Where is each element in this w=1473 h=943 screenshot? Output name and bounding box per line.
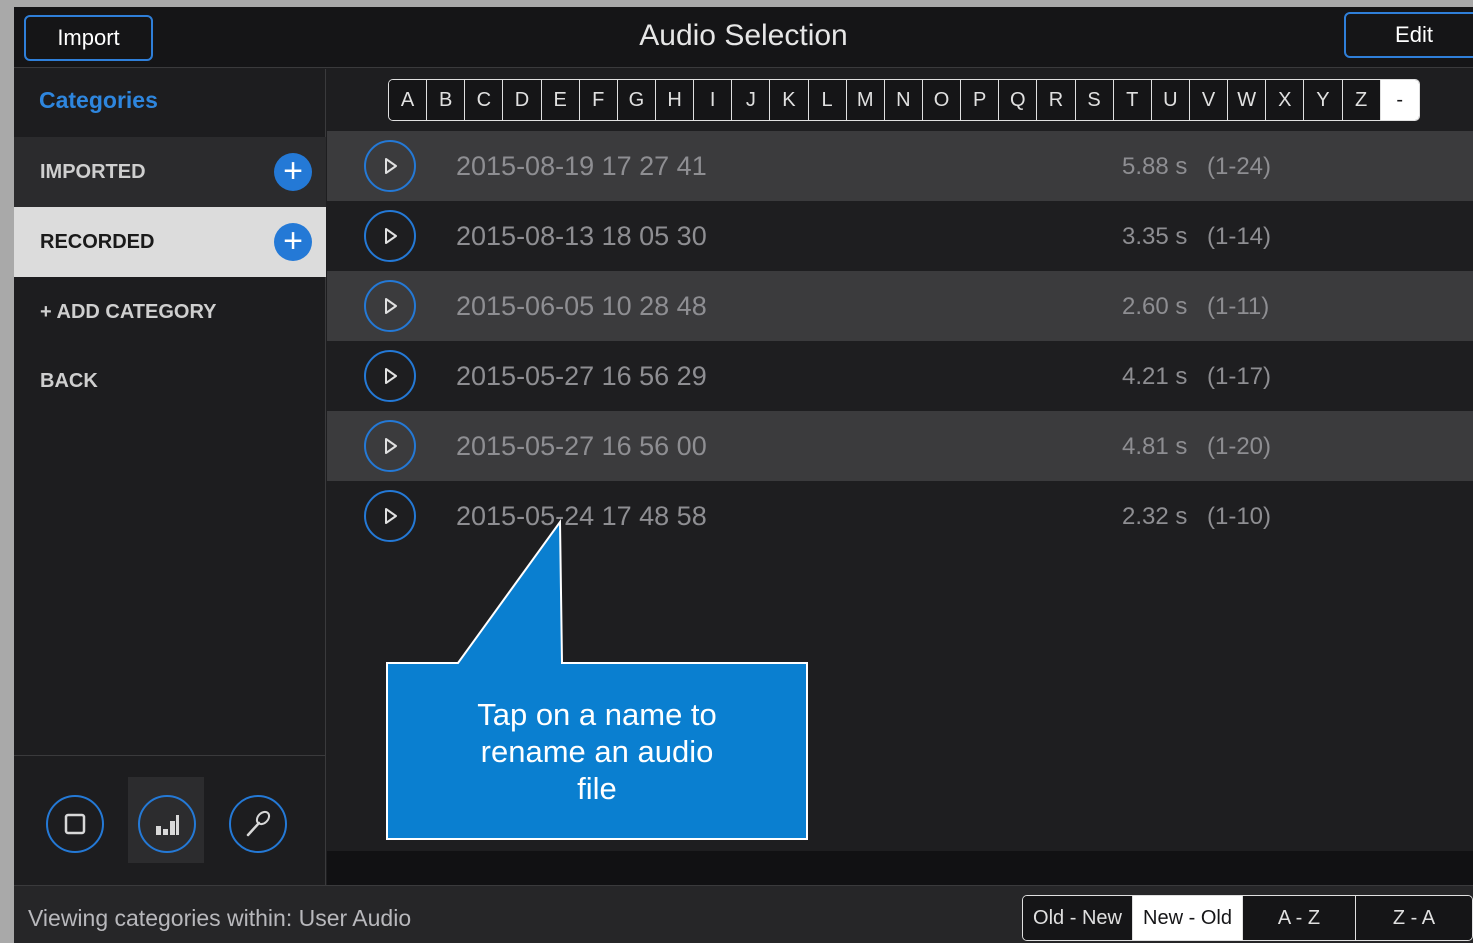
list-item[interactable]: 2015-08-13 18 05 30 3.35 s (1-14) xyxy=(327,201,1473,271)
alphabet-key[interactable]: A xyxy=(389,80,428,120)
play-icon xyxy=(385,298,397,314)
file-duration: 4.21 s xyxy=(1122,363,1188,390)
file-name[interactable]: 2015-08-13 18 05 30 xyxy=(456,221,707,252)
list-item[interactable]: 2015-05-24 17 48 58 2.32 s (1-10) xyxy=(327,481,1473,551)
alphabet-key[interactable]: K xyxy=(770,80,809,120)
file-name[interactable]: 2015-08-19 17 27 41 xyxy=(456,151,707,182)
add-recorded-button[interactable]: + xyxy=(274,223,312,261)
add-imported-button[interactable]: + xyxy=(274,153,312,191)
file-range: (1-24) xyxy=(1207,153,1272,180)
sort-control: Old - New New - Old A - Z Z - A xyxy=(1022,895,1473,941)
sidebar-title: Categories xyxy=(39,87,158,113)
alphabet-key[interactable]: C xyxy=(465,80,504,120)
alphabet-key[interactable]: S xyxy=(1075,80,1114,120)
file-duration: 2.32 s xyxy=(1122,503,1188,530)
alphabet-key[interactable]: F xyxy=(579,80,618,120)
play-button[interactable] xyxy=(364,140,416,192)
sidebar-item-back[interactable]: BACK xyxy=(14,346,326,416)
alphabet-key[interactable]: U xyxy=(1151,80,1190,120)
play-button[interactable] xyxy=(364,350,416,402)
play-icon xyxy=(385,228,397,244)
file-duration: 4.81 s xyxy=(1122,433,1188,460)
alphabet-key[interactable]: N xyxy=(884,80,923,120)
play-button[interactable] xyxy=(364,210,416,262)
header-bar: Import Audio Selection Edit xyxy=(14,7,1473,68)
file-name[interactable]: 2015-05-24 17 48 58 xyxy=(456,501,707,532)
sidebar-item-imported[interactable]: IMPORTED + xyxy=(14,137,326,207)
alphabet-key[interactable]: - xyxy=(1380,80,1419,120)
file-name[interactable]: 2015-06-05 10 28 48 xyxy=(456,291,707,322)
play-button[interactable] xyxy=(364,420,416,472)
alphabet-key[interactable]: G xyxy=(617,80,656,120)
list-item[interactable]: 2015-05-27 16 56 00 4.81 s (1-20) xyxy=(327,411,1473,481)
alphabet-index-bar: ABCDEFGHIJKLMNOPQRSTUVWXYZ- xyxy=(388,79,1420,121)
page-title: Audio Selection xyxy=(639,19,848,52)
file-range: (1-14) xyxy=(1207,223,1272,250)
sidebar-item-label: + ADD CATEGORY xyxy=(40,300,217,323)
alphabet-key[interactable]: Y xyxy=(1304,80,1343,120)
levels-icon xyxy=(156,815,179,835)
alphabet-key[interactable]: Z xyxy=(1342,80,1381,120)
sidebar-item-recorded[interactable]: RECORDED + xyxy=(14,207,326,277)
stop-icon xyxy=(64,813,86,835)
alphabet-key[interactable]: W xyxy=(1228,80,1267,120)
stop-button[interactable] xyxy=(46,795,104,853)
alphabet-key[interactable]: D xyxy=(503,80,542,120)
alphabet-key[interactable]: L xyxy=(808,80,847,120)
alphabet-key[interactable]: O xyxy=(922,80,962,120)
callout-text: Tap on a name to rename an audio file xyxy=(477,696,717,806)
alphabet-key[interactable]: H xyxy=(655,80,695,120)
file-range: (1-11) xyxy=(1207,293,1270,320)
alphabet-key[interactable]: R xyxy=(1037,80,1076,120)
play-icon xyxy=(385,438,397,454)
sidebar: Categories IMPORTED + RECORDED + + ADD C… xyxy=(14,69,326,885)
alphabet-key[interactable]: E xyxy=(541,80,580,120)
play-icon xyxy=(385,368,397,384)
file-range: (1-10) xyxy=(1207,503,1272,530)
sidebar-item-add-category[interactable]: + ADD CATEGORY xyxy=(14,277,326,347)
microphone-button[interactable] xyxy=(229,795,287,853)
alphabet-key[interactable]: P xyxy=(961,80,1000,120)
alphabet-key[interactable]: X xyxy=(1266,80,1305,120)
sidebar-divider xyxy=(14,755,326,756)
play-button[interactable] xyxy=(364,490,416,542)
edit-button[interactable]: Edit xyxy=(1344,12,1473,58)
sort-a-z-button[interactable]: A - Z xyxy=(1243,896,1356,940)
sidebar-item-label: RECORDED xyxy=(40,230,155,253)
file-duration: 2.60 s xyxy=(1122,293,1188,320)
play-icon xyxy=(385,508,397,524)
play-icon xyxy=(385,158,397,174)
file-name[interactable]: 2015-05-27 16 56 00 xyxy=(456,431,707,462)
file-range: (1-17) xyxy=(1207,363,1272,390)
file-range: (1-20) xyxy=(1207,433,1272,460)
file-duration: 5.88 s xyxy=(1122,153,1188,180)
alphabet-key[interactable]: T xyxy=(1113,80,1152,120)
status-text: Viewing categories within: User Audio xyxy=(28,905,412,931)
audio-file-list: 2015-08-19 17 27 41 5.88 s (1-24) 2015-08-1… xyxy=(327,131,1473,551)
sort-new-old-button[interactable]: New - Old xyxy=(1133,896,1243,940)
play-button[interactable] xyxy=(364,280,416,332)
sidebar-item-label: IMPORTED xyxy=(40,160,146,183)
alphabet-key[interactable]: J xyxy=(732,80,771,120)
list-item[interactable]: 2015-08-19 17 27 41 5.88 s (1-24) xyxy=(327,131,1473,201)
file-duration: 3.35 s xyxy=(1122,223,1188,250)
list-item[interactable]: 2015-05-27 16 56 29 4.21 s (1-17) xyxy=(327,341,1473,411)
list-item[interactable]: 2015-06-05 10 28 48 2.60 s (1-11) xyxy=(327,271,1473,341)
sort-z-a-button[interactable]: Z - A xyxy=(1356,896,1472,940)
alphabet-key[interactable]: M xyxy=(846,80,885,120)
sidebar-item-label: BACK xyxy=(40,369,98,392)
alphabet-key[interactable]: Q xyxy=(999,80,1038,120)
sort-old-new-button[interactable]: Old - New xyxy=(1023,896,1133,940)
alphabet-key[interactable]: I xyxy=(694,80,733,120)
file-name[interactable]: 2015-05-27 16 56 29 xyxy=(456,361,707,392)
alphabet-key[interactable]: B xyxy=(427,80,466,120)
footer-bar: Viewing categories within: User Audio Ol… xyxy=(14,885,1473,943)
microphone-icon xyxy=(246,810,271,837)
levels-button[interactable] xyxy=(138,795,196,853)
list-bottom-strip xyxy=(327,851,1473,885)
alphabet-key[interactable]: V xyxy=(1189,80,1229,120)
